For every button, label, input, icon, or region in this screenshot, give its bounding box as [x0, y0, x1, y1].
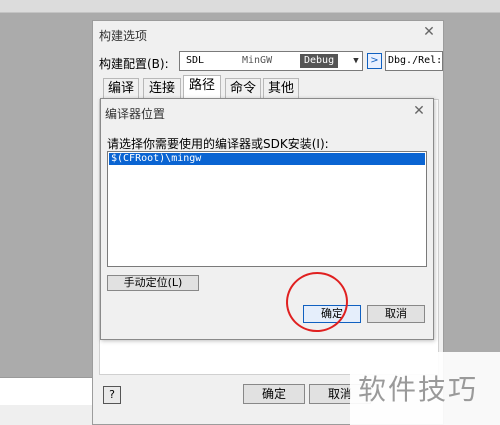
- ok-button[interactable]: 确定: [303, 305, 361, 323]
- watermark: 软件技巧: [350, 352, 500, 425]
- manual-locate-button[interactable]: 手动定位(L): [107, 275, 199, 291]
- close-icon[interactable]: ✕: [411, 103, 427, 119]
- tab-compile[interactable]: 编译: [103, 78, 139, 98]
- compiler-prompt-label: 请选择你需要使用的编译器或SDK安装(I):: [107, 137, 329, 151]
- background-bottom-strip-lower: [0, 405, 92, 425]
- background-bottom-strip: [0, 377, 92, 407]
- tab-path[interactable]: 路径: [183, 75, 221, 99]
- next-config-button[interactable]: >: [367, 53, 382, 69]
- dialog-title: 编译器位置: [105, 107, 166, 121]
- compiler-list[interactable]: $(CFRoot)\mingw: [107, 151, 427, 267]
- config-compiler-text: MinGW: [242, 55, 273, 66]
- list-item[interactable]: $(CFRoot)\mingw: [109, 153, 425, 165]
- help-button[interactable]: ?: [103, 386, 121, 404]
- config-mode-badge: Debug: [300, 54, 339, 68]
- build-config-select[interactable]: SDL MinGW Debug ▼: [179, 51, 363, 71]
- config-mode-field[interactable]: Dbg./Rel:: [385, 51, 443, 71]
- ok-button[interactable]: 确定: [243, 384, 305, 404]
- chevron-down-icon[interactable]: ▼: [350, 54, 362, 68]
- dialog-title: 构建选项: [99, 29, 148, 43]
- tab-command[interactable]: 命令: [225, 78, 261, 98]
- close-icon[interactable]: ✕: [421, 24, 437, 40]
- tab-link[interactable]: 连接: [143, 78, 181, 98]
- cancel-button[interactable]: 取消: [367, 305, 425, 323]
- tab-other[interactable]: 其他: [263, 78, 299, 98]
- watermark-text: 软件技巧: [358, 373, 479, 406]
- config-target-text: SDL: [186, 55, 205, 66]
- background-top-strip: [0, 0, 500, 13]
- build-config-label: 构建配置(B):: [99, 57, 169, 71]
- compiler-location-dialog: 编译器位置 ✕ 请选择你需要使用的编译器或SDK安装(I): $(CFRoot)…: [100, 98, 434, 340]
